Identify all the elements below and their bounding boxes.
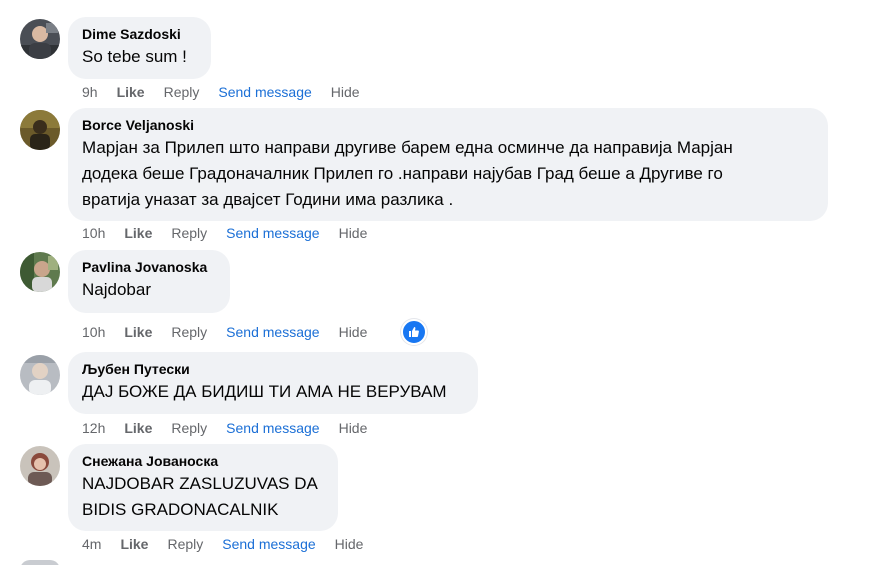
like-button[interactable]: Like [124,419,152,437]
hide-button[interactable]: Hide [339,419,368,437]
send-message-button[interactable]: Send message [222,535,315,553]
comment-author[interactable]: Dime Sazdoski [82,25,197,43]
avatar[interactable] [20,110,60,150]
like-button[interactable]: Like [120,535,148,553]
next-avatar-partial [20,560,60,565]
comment-timestamp[interactable]: 10h [82,323,105,341]
comment-bubble: Снежана Јованоска NAJDOBAR ZASLUZUVAS DA… [68,444,338,531]
comment-bubble: Љубен Путески ДАЈ БОЖЕ ДА БИДИШ ТИ АМА Н… [68,352,478,414]
comment-actions: 10h Like Reply Send message Hide [82,224,386,242]
comment-author[interactable]: Borce Veljanoski [82,116,814,134]
comment-actions: 10h Like Reply Send message Hide [82,319,428,345]
comment-text: ДАЈ БОЖЕ ДА БИДИШ ТИ АМА НЕ ВЕРУВАМ [82,382,447,401]
thumbs-up-icon[interactable] [401,319,428,345]
send-message-button[interactable]: Send message [226,224,319,242]
comment-author[interactable]: Pavlina Jovanoska [82,258,216,276]
hide-button[interactable]: Hide [331,83,360,101]
avatar[interactable] [20,355,60,395]
comment-actions: 9h Like Reply Send message Hide [82,83,379,101]
comment-text-line: BIDIS GRADONACALNIK [82,500,279,519]
comment-author[interactable]: Снежана Јованоска [82,452,324,470]
like-button[interactable]: Like [117,83,145,101]
reply-button[interactable]: Reply [164,83,200,101]
comment-text: Najdobar [82,280,151,299]
send-message-button[interactable]: Send message [226,323,319,341]
like-button[interactable]: Like [124,323,152,341]
comment-bubble: Borce Veljanoski Марјан за Прилеп што на… [68,108,828,221]
comment-text-line: додека беше Градоначалник Прилеп го .нап… [82,164,723,183]
comments-feed: Dime Sazdoski So tebe sum ! 9h Like Repl… [0,0,879,565]
reply-button[interactable]: Reply [167,535,203,553]
hide-button[interactable]: Hide [335,535,364,553]
avatar[interactable] [20,446,60,486]
comment-timestamp[interactable]: 4m [82,535,101,553]
comment-text-line: NAJDOBAR ZASLUZUVAS DA [82,474,318,493]
comment-text-line: вратија уназат за двајсет Години има раз… [82,190,454,209]
comment-actions: 12h Like Reply Send message Hide [82,419,386,437]
hide-button[interactable]: Hide [339,323,368,341]
hide-button[interactable]: Hide [339,224,368,242]
comment-text: NAJDOBAR ZASLUZUVAS DA BIDIS GRADONACALN… [82,471,324,523]
comment-bubble: Pavlina Jovanoska Najdobar [68,250,230,313]
like-button[interactable]: Like [124,224,152,242]
comment-text-line: Марјан за Прилеп што направи другиве бар… [82,138,733,157]
comment-author[interactable]: Љубен Путески [82,360,464,378]
send-message-button[interactable]: Send message [218,83,311,101]
comment-text: Марјан за Прилеп што направи другиве бар… [82,135,814,213]
comment-text: So tebe sum ! [82,47,187,66]
reply-button[interactable]: Reply [171,419,207,437]
comment-timestamp[interactable]: 9h [82,83,98,101]
reply-button[interactable]: Reply [171,224,207,242]
avatar[interactable] [20,19,60,59]
avatar[interactable] [20,252,60,292]
comment-timestamp[interactable]: 10h [82,224,105,242]
comment-timestamp[interactable]: 12h [82,419,105,437]
comment-bubble: Dime Sazdoski So tebe sum ! [68,17,211,79]
comment-actions: 4m Like Reply Send message Hide [82,535,382,553]
send-message-button[interactable]: Send message [226,419,319,437]
reply-button[interactable]: Reply [171,323,207,341]
